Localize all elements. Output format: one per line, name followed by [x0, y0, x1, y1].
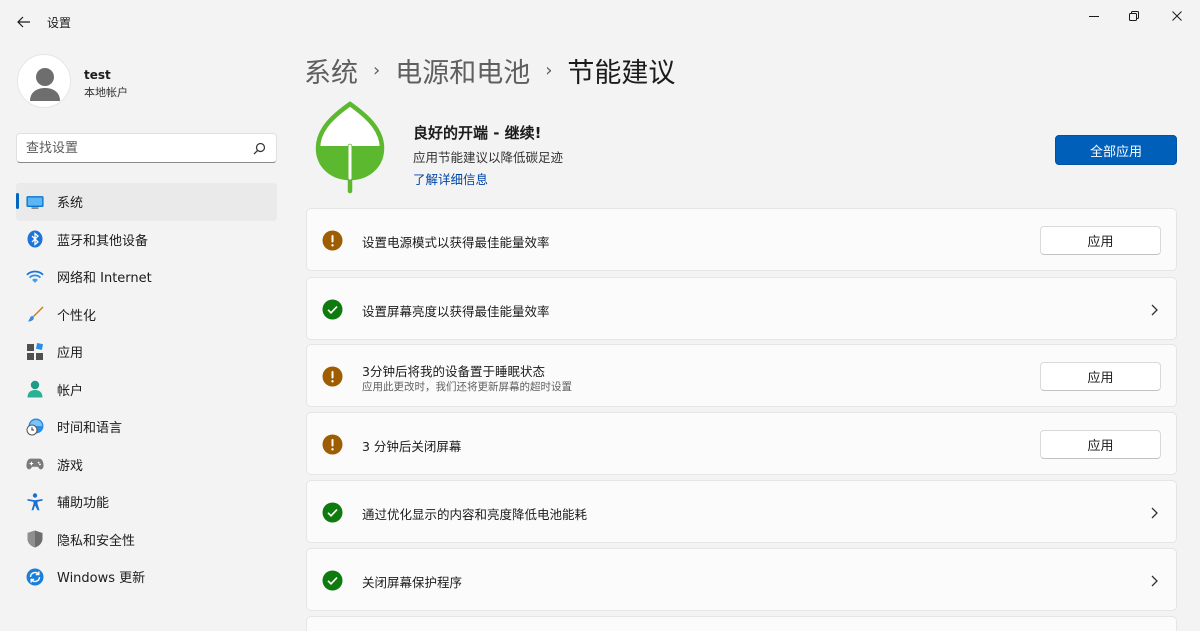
warning-icon — [322, 366, 343, 387]
search-input[interactable] — [17, 134, 247, 162]
hero-subtitle: 应用节能建议以降低碳足迹 — [413, 150, 564, 165]
chevron-right-icon — [1151, 507, 1158, 519]
recommendation-card-brightness[interactable]: 设置屏幕亮度以获得最佳能量效率 — [306, 277, 1177, 340]
apply-button[interactable]: 应用 — [1040, 362, 1161, 391]
account-type: 本地帐户 — [84, 86, 128, 99]
breadcrumb-power-battery[interactable]: 电源和电池 — [395, 51, 530, 90]
sidebar-item-bluetooth[interactable]: 蓝牙和其他设备 — [16, 221, 277, 259]
warning-icon — [322, 230, 343, 251]
recommendation-title: 设置电源模式以获得最佳能量效率 — [362, 235, 550, 250]
sidebar-item-network[interactable]: 网络和 Internet — [16, 258, 277, 296]
restore-icon — [1129, 11, 1139, 21]
arrow-left-icon — [17, 16, 30, 28]
user-profile[interactable]: test 本地帐户 — [17, 54, 277, 112]
recommendation-description: 应用此更改时，我们还将更新屏幕的超时设置 — [362, 381, 572, 393]
accessibility-icon — [26, 493, 44, 511]
recommendation-card-power-mode: 设置电源模式以获得最佳能量效率 应用 — [306, 208, 1177, 271]
recommendation-card-screen-off: 3 分钟后关闭屏幕 应用 — [306, 412, 1177, 475]
warning-icon — [322, 434, 343, 455]
sidebar-item-time-language[interactable]: 时间和语言 — [16, 408, 277, 446]
sidebar-item-label: 辅助功能 — [57, 496, 110, 512]
recommendation-card-sleep: 3分钟后将我的设备置于睡眠状态 应用此更改时，我们还将更新屏幕的超时设置 应用 — [306, 344, 1177, 407]
brush-icon — [26, 305, 44, 323]
apply-all-button[interactable]: 全部应用 — [1055, 135, 1177, 165]
sidebar-item-label: 游戏 — [57, 458, 84, 474]
sidebar-item-label: 蓝牙和其他设备 — [57, 233, 149, 249]
restore-button[interactable] — [1111, 0, 1157, 32]
chevron-right-icon: › — [373, 59, 381, 81]
sidebar-item-accessibility[interactable]: 辅助功能 — [16, 483, 277, 521]
sidebar-item-label: 应用 — [57, 346, 84, 362]
sidebar-item-privacy[interactable]: 隐私和安全性 — [16, 521, 277, 559]
breadcrumb-system[interactable]: 系统 — [304, 51, 358, 90]
energy-hero: 良好的开端 - 继续! 应用节能建议以降低碳足迹 了解详细信息 全部应用 — [306, 100, 1178, 200]
back-button[interactable] — [10, 8, 38, 36]
sidebar-item-label: 网络和 Internet — [57, 271, 152, 287]
person-icon — [26, 380, 44, 398]
recommendation-title: 设置屏幕亮度以获得最佳能量效率 — [362, 304, 550, 319]
sidebar-item-gaming[interactable]: 游戏 — [16, 446, 277, 484]
chevron-right-icon — [1151, 575, 1158, 587]
chevron-right-icon: › — [545, 59, 553, 81]
leaf-icon — [315, 101, 385, 194]
sidebar-item-label: 帐户 — [57, 383, 84, 399]
app-title: 设置 — [47, 16, 72, 30]
title-bar: 设置 — [0, 0, 1200, 44]
apply-button[interactable]: 应用 — [1040, 226, 1161, 255]
sidebar-item-label: 隐私和安全性 — [57, 533, 136, 549]
recommendation-card-display-content[interactable]: 通过优化显示的内容和亮度降低电池能耗 — [306, 480, 1177, 543]
recommendation-title: 通过优化显示的内容和亮度降低电池能耗 — [362, 507, 588, 522]
sidebar-item-system[interactable]: 系统 — [16, 183, 277, 221]
recommendation-title: 3 分钟后关闭屏幕 — [362, 439, 462, 454]
apply-button[interactable]: 应用 — [1040, 430, 1161, 459]
sidebar-item-label: 时间和语言 — [57, 421, 123, 437]
close-button[interactable] — [1154, 0, 1200, 32]
sidebar-item-accounts[interactable]: 帐户 — [16, 371, 277, 409]
checkmark-icon — [322, 299, 343, 320]
clock-globe-icon — [26, 418, 44, 436]
chevron-right-icon — [1151, 304, 1158, 316]
sidebar-item-personalization[interactable]: 个性化 — [16, 296, 277, 334]
close-icon — [1172, 11, 1182, 21]
hero-title: 良好的开端 - 继续! — [413, 124, 542, 142]
sidebar-item-label: Windows 更新 — [57, 571, 146, 587]
minimize-icon — [1089, 16, 1099, 17]
recommendation-card-partial — [306, 616, 1177, 631]
apps-icon — [26, 342, 44, 361]
sidebar-item-windows-update[interactable]: Windows 更新 — [16, 558, 277, 596]
system-icon — [26, 193, 44, 211]
breadcrumb: 系统 › 电源和电池 › 节能建议 — [304, 50, 675, 90]
recommendation-card-screensaver[interactable]: 关闭屏幕保护程序 — [306, 548, 1177, 611]
checkmark-icon — [322, 570, 343, 591]
sidebar-nav: 系统 蓝牙和其他设备 网络和 Internet 个性化 应用 帐户 时间和语言 … — [16, 183, 277, 596]
recommendation-title: 关闭屏幕保护程序 — [362, 575, 463, 590]
page-title: 节能建议 — [567, 57, 676, 89]
search-box — [16, 133, 277, 163]
sidebar-item-label: 个性化 — [57, 308, 97, 324]
shield-icon — [26, 530, 44, 548]
sidebar-item-label: 系统 — [57, 196, 84, 212]
update-icon — [26, 568, 44, 586]
wifi-icon — [26, 268, 44, 286]
recommendation-title: 3分钟后将我的设备置于睡眠状态 — [362, 364, 545, 379]
sidebar-item-apps[interactable]: 应用 — [16, 333, 277, 371]
bluetooth-icon — [26, 230, 44, 248]
search-icon[interactable] — [253, 142, 266, 155]
avatar — [17, 54, 71, 108]
user-name: test — [84, 68, 111, 82]
gamepad-icon — [26, 455, 44, 473]
learn-more-link[interactable]: 了解详细信息 — [413, 169, 488, 188]
checkmark-icon — [322, 502, 343, 523]
user-avatar-icon — [30, 68, 60, 101]
